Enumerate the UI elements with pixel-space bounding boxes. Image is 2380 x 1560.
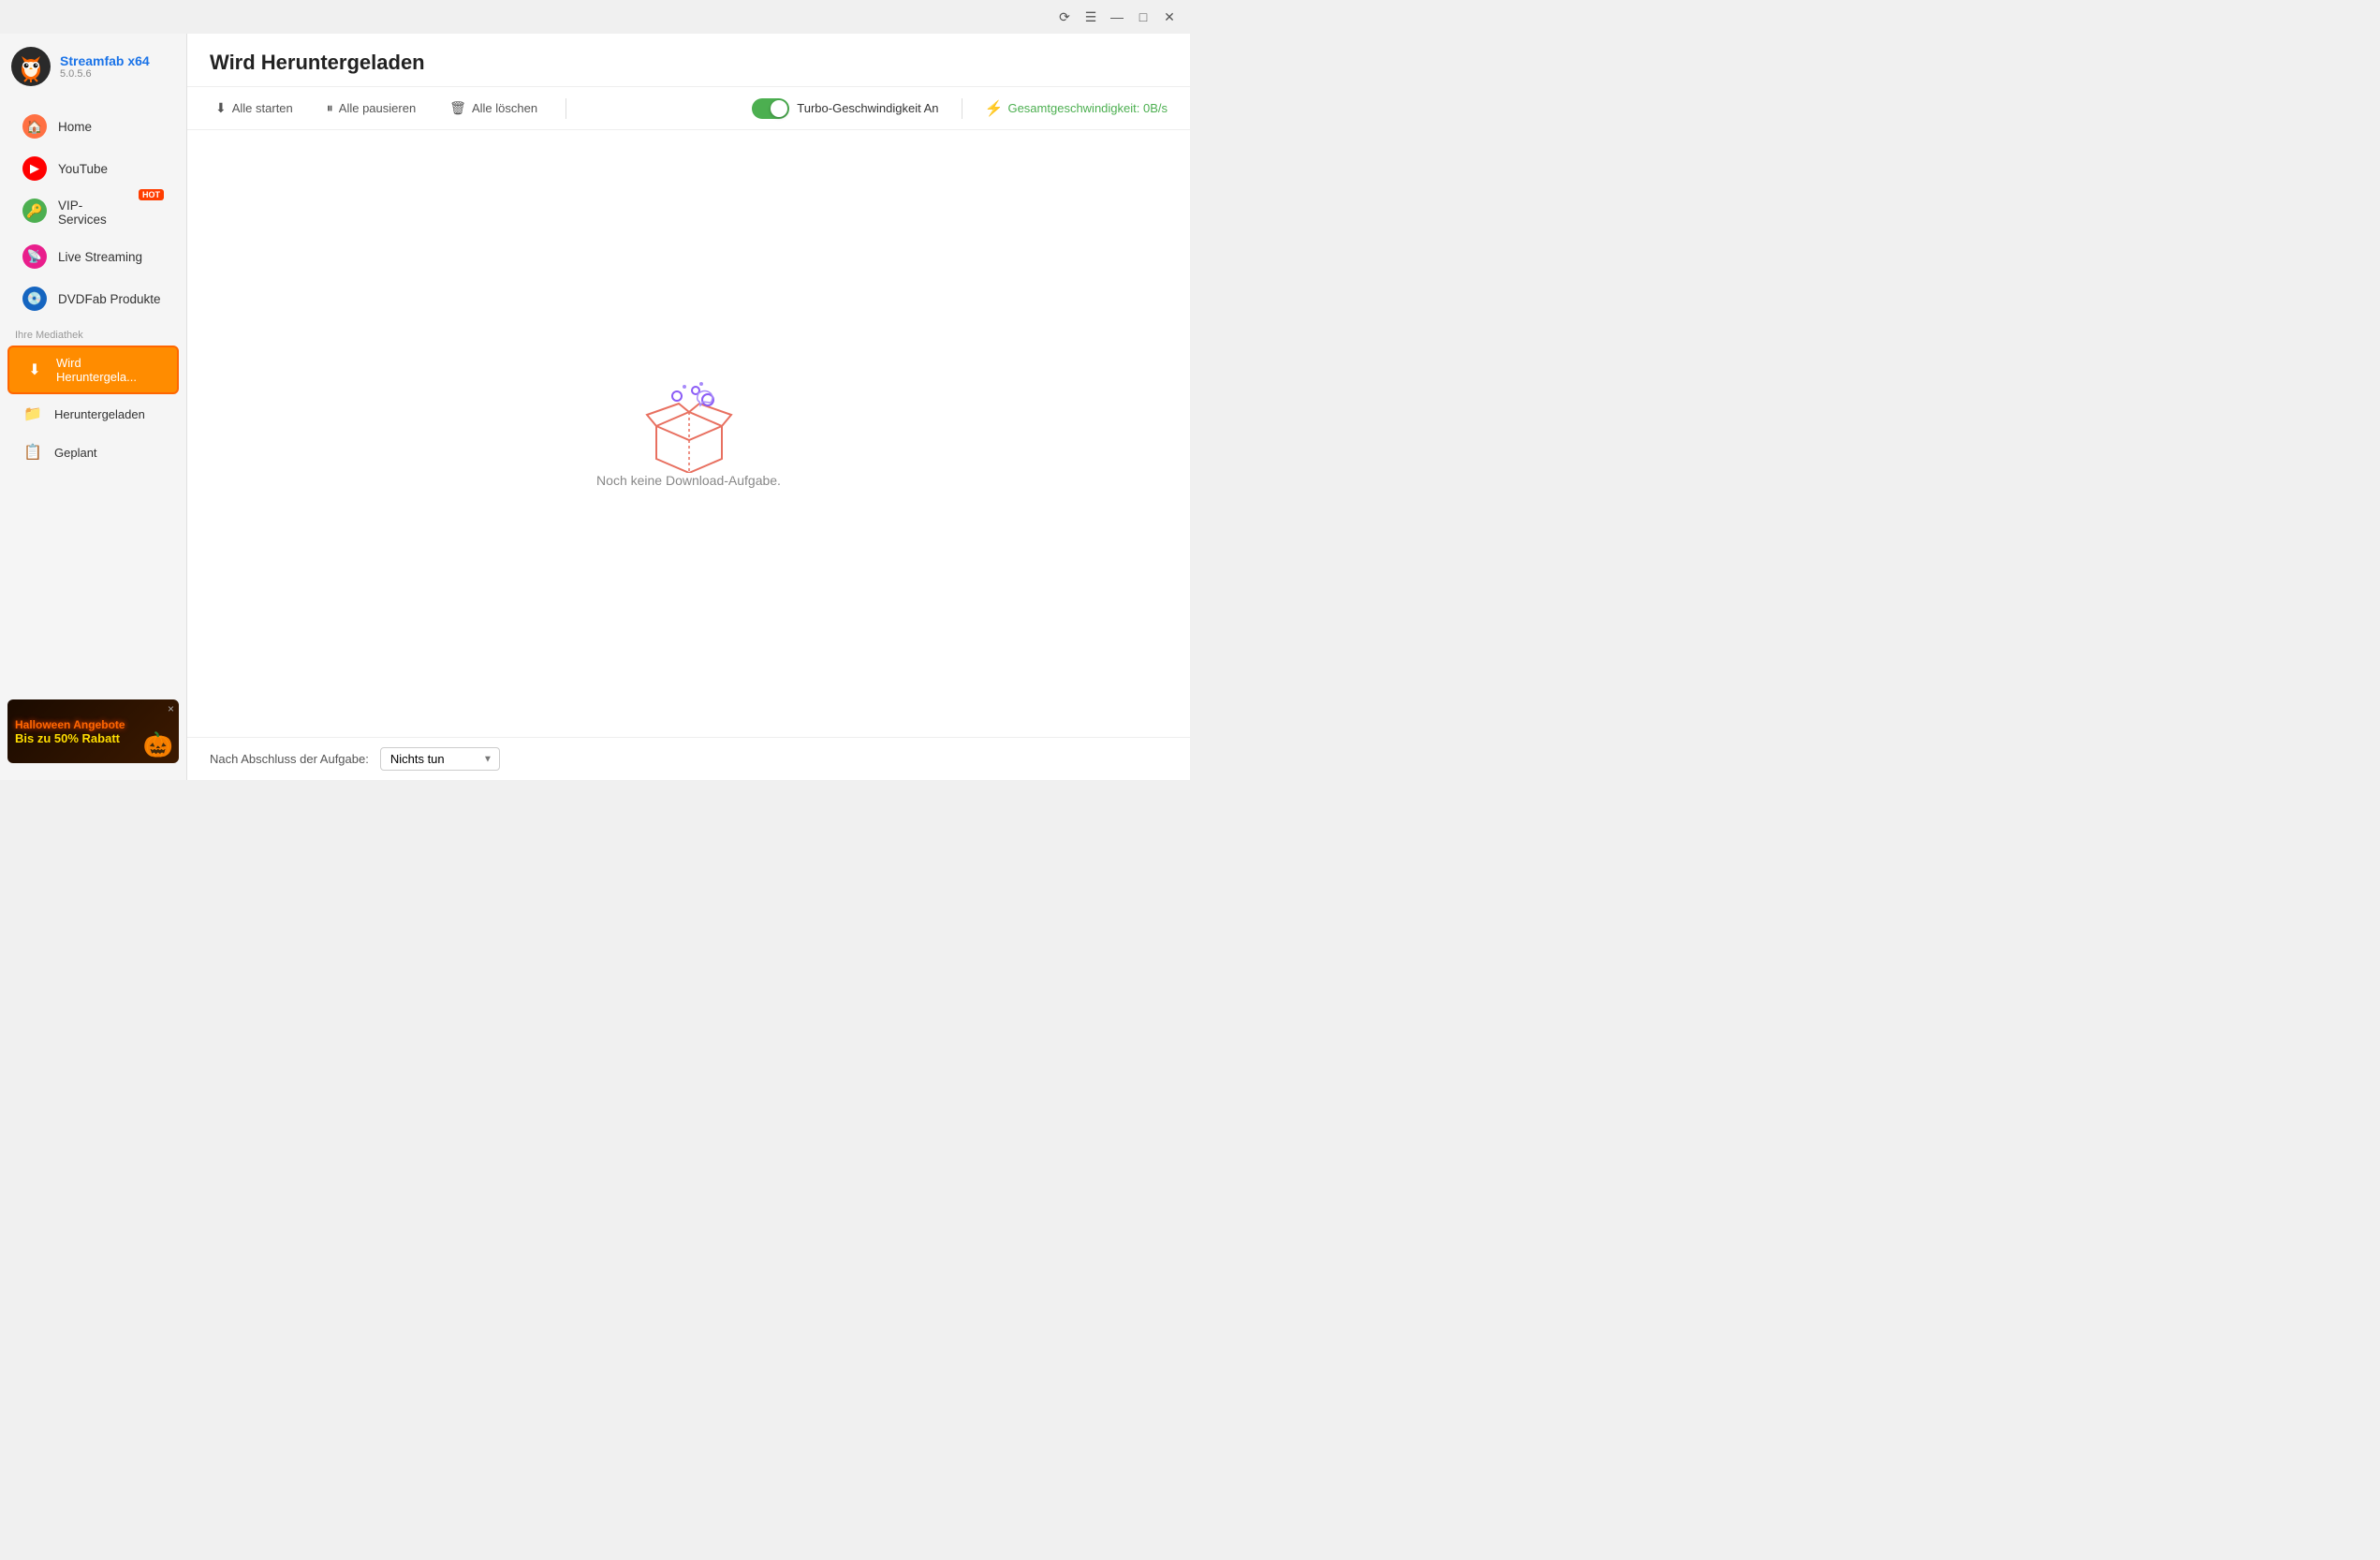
sidebar-item-scheduled[interactable]: 📋 Geplant xyxy=(7,434,179,471)
sidebar-item-downloading[interactable]: ⬇ Wird Heruntergela... xyxy=(7,346,179,394)
home-icon: 🏠 xyxy=(22,114,47,139)
titlebar: ⟳ ☰ — □ ✕ xyxy=(0,0,1190,34)
toggle-knob xyxy=(771,100,787,117)
home-label: Home xyxy=(58,120,92,134)
logo-svg xyxy=(13,49,49,84)
downloaded-label: Heruntergeladen xyxy=(54,407,145,421)
main-header: Wird Heruntergeladen xyxy=(187,34,1190,87)
turbo-section: Turbo-Geschwindigkeit An xyxy=(752,98,938,119)
restore-button[interactable]: ⟳ xyxy=(1051,4,1078,30)
app-body: Streamfab x64 5.0.5.6 🏠 Home ▶ YouTube 🔑… xyxy=(0,34,1190,780)
delete-all-label: Alle löschen xyxy=(472,101,537,115)
scheduled-icon: 📋 xyxy=(22,442,43,463)
sidebar-nav: 🏠 Home ▶ YouTube 🔑 VIP-Services HOT 📡 Li… xyxy=(0,99,186,692)
footer-label: Nach Abschluss der Aufgabe: xyxy=(210,752,369,766)
start-all-icon: ⬇ xyxy=(215,100,227,116)
pause-all-button[interactable]: ⏸ Alle pausieren xyxy=(321,96,421,120)
halloween-banner[interactable]: Halloween Angebote Bis zu 50% Rabatt × 🎃 xyxy=(7,699,179,763)
sidebar-item-home[interactable]: 🏠 Home xyxy=(7,106,179,147)
sidebar-header: Streamfab x64 5.0.5.6 xyxy=(0,34,186,99)
app-logo xyxy=(11,47,51,86)
pumpkin-icon: 🎃 xyxy=(143,730,173,759)
sidebar-item-downloaded[interactable]: 📁 Heruntergeladen xyxy=(7,395,179,433)
start-all-button[interactable]: ⬇ Alle starten xyxy=(210,96,299,120)
main-footer: Nach Abschluss der Aufgabe: Nichts tun H… xyxy=(187,737,1190,780)
sidebar-item-streaming[interactable]: 📡 Live Streaming xyxy=(7,236,179,277)
library-section-label: Ihre Mediathek xyxy=(0,320,186,345)
pause-all-icon: ⏸ xyxy=(327,100,333,116)
dvdfab-icon: 💿 xyxy=(22,287,47,311)
brand-version: 5.0.5.6 xyxy=(60,68,150,80)
scheduled-label: Geplant xyxy=(54,446,97,460)
toolbar: ⬇ Alle starten ⏸ Alle pausieren 🗑 Alle l… xyxy=(187,87,1190,130)
sidebar-item-dvdfab[interactable]: 💿 DVDFab Produkte xyxy=(7,278,179,319)
vip-label: VIP-Services xyxy=(58,199,131,227)
brand-name: Streamfab x64 xyxy=(60,53,150,68)
dvdfab-label: DVDFab Produkte xyxy=(58,292,161,306)
start-all-label: Alle starten xyxy=(232,101,293,115)
banner-title: Halloween Angebote xyxy=(15,718,171,731)
downloading-label: Wird Heruntergela... xyxy=(56,356,162,384)
main-content: Wird Heruntergeladen ⬇ Alle starten ⏸ Al… xyxy=(187,34,1190,780)
menu-button[interactable]: ☰ xyxy=(1078,4,1104,30)
sidebar-item-youtube[interactable]: ▶ YouTube xyxy=(7,148,179,189)
empty-state: Noch keine Download-Aufgabe. xyxy=(187,130,1190,737)
turbo-toggle[interactable] xyxy=(752,98,789,119)
empty-box-illustration xyxy=(638,379,741,473)
sidebar-item-vip[interactable]: 🔑 VIP-Services HOT xyxy=(7,190,179,235)
close-button[interactable]: ✕ xyxy=(1156,4,1183,30)
page-title: Wird Heruntergeladen xyxy=(210,51,1168,75)
delete-all-button[interactable]: 🗑 Alle löschen xyxy=(444,96,543,120)
sidebar: Streamfab x64 5.0.5.6 🏠 Home ▶ YouTube 🔑… xyxy=(0,34,187,780)
brand-info: Streamfab x64 5.0.5.6 xyxy=(60,53,150,80)
vip-icon: 🔑 xyxy=(22,199,47,223)
pause-all-label: Alle pausieren xyxy=(339,101,416,115)
speed-icon: ⚡ xyxy=(985,99,1004,118)
banner-close-button[interactable]: × xyxy=(168,702,174,715)
task-completion-select[interactable]: Nichts tun Herunterfahren Ruhezustand Be… xyxy=(380,747,500,771)
streaming-icon: 📡 xyxy=(22,244,47,269)
empty-message: Noch keine Download-Aufgabe. xyxy=(596,473,781,488)
streaming-label: Live Streaming xyxy=(58,250,142,264)
maximize-button[interactable]: □ xyxy=(1130,4,1156,30)
minimize-button[interactable]: — xyxy=(1104,4,1130,30)
task-completion-select-wrapper: Nichts tun Herunterfahren Ruhezustand Be… xyxy=(380,747,500,771)
youtube-label: YouTube xyxy=(58,162,108,176)
hot-badge: HOT xyxy=(139,189,164,200)
turbo-label: Turbo-Geschwindigkeit An xyxy=(797,101,938,115)
downloading-icon: ⬇ xyxy=(24,360,45,380)
youtube-icon: ▶ xyxy=(22,156,47,181)
speed-label: Gesamtgeschwindigkeit: 0B/s xyxy=(1007,101,1168,115)
speed-section: ⚡ Gesamtgeschwindigkeit: 0B/s xyxy=(985,99,1168,118)
delete-all-icon: 🗑 xyxy=(449,100,466,116)
downloaded-icon: 📁 xyxy=(22,404,43,424)
